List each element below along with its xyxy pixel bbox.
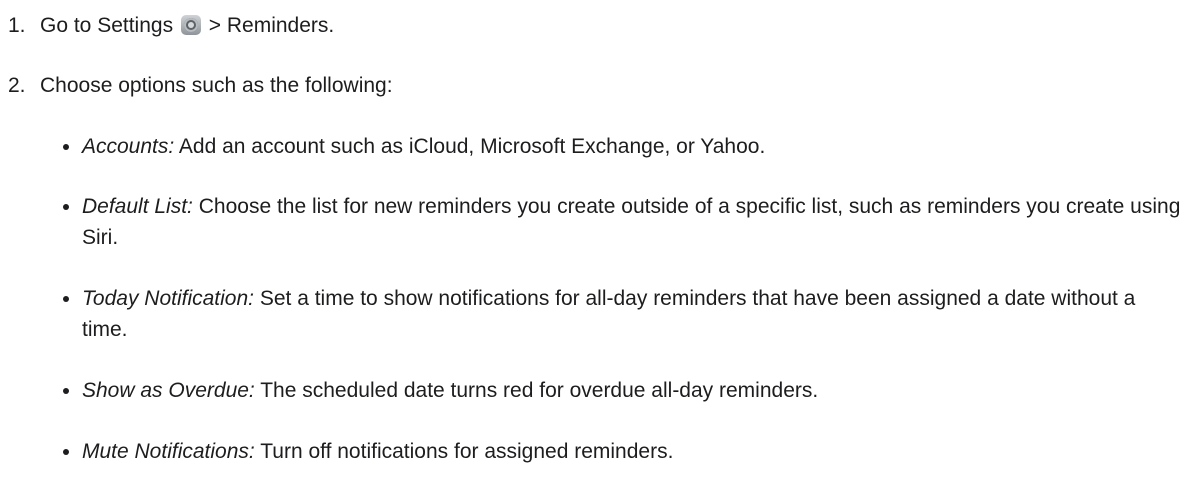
option-description: Choose the list for new reminders you cr…: [82, 195, 1181, 249]
step-number: 2.: [8, 74, 26, 97]
option-term: Accounts:: [82, 135, 175, 158]
step-2: 2. Choose options such as the following:: [8, 70, 1186, 101]
option-term: Default List:: [82, 195, 193, 218]
bullet: [63, 204, 69, 210]
option-accounts: Accounts: Add an account such as iCloud,…: [63, 131, 1186, 162]
bullet: [63, 449, 69, 455]
step-text-before: Go to Settings: [40, 14, 174, 37]
step-text: Go to Settings > Reminders.: [40, 14, 334, 37]
settings-icon: [180, 15, 201, 35]
option-term: Show as Overdue:: [82, 379, 255, 402]
option-today-notification: Today Notification: Set a time to show n…: [63, 283, 1186, 345]
option-show-as-overdue: Show as Overdue: The scheduled date turn…: [63, 375, 1186, 406]
step-text-after: > Reminders.: [208, 14, 335, 37]
option-term: Today Notification:: [82, 287, 254, 310]
option-description: Turn off notifications for assigned remi…: [260, 440, 674, 463]
option-description: The scheduled date turns red for overdue…: [260, 379, 819, 402]
option-default-list: Default List: Choose the list for new re…: [63, 191, 1186, 253]
step-text: Choose options such as the following:: [40, 74, 393, 97]
reminders-settings-instructions: 1. Go to Settings > Reminders. 2. Choose o…: [0, 0, 1196, 491]
option-description: Add an account such as iCloud, Microsoft…: [178, 135, 766, 158]
step-1: 1. Go to Settings > Reminders.: [8, 10, 1186, 41]
option-mute-notifications: Mute Notifications: Turn off notificatio…: [63, 436, 1186, 467]
step-number: 1.: [8, 14, 26, 37]
bullet: [63, 388, 69, 394]
bullet: [63, 144, 69, 150]
bullet: [63, 296, 69, 302]
option-term: Mute Notifications:: [82, 440, 255, 463]
